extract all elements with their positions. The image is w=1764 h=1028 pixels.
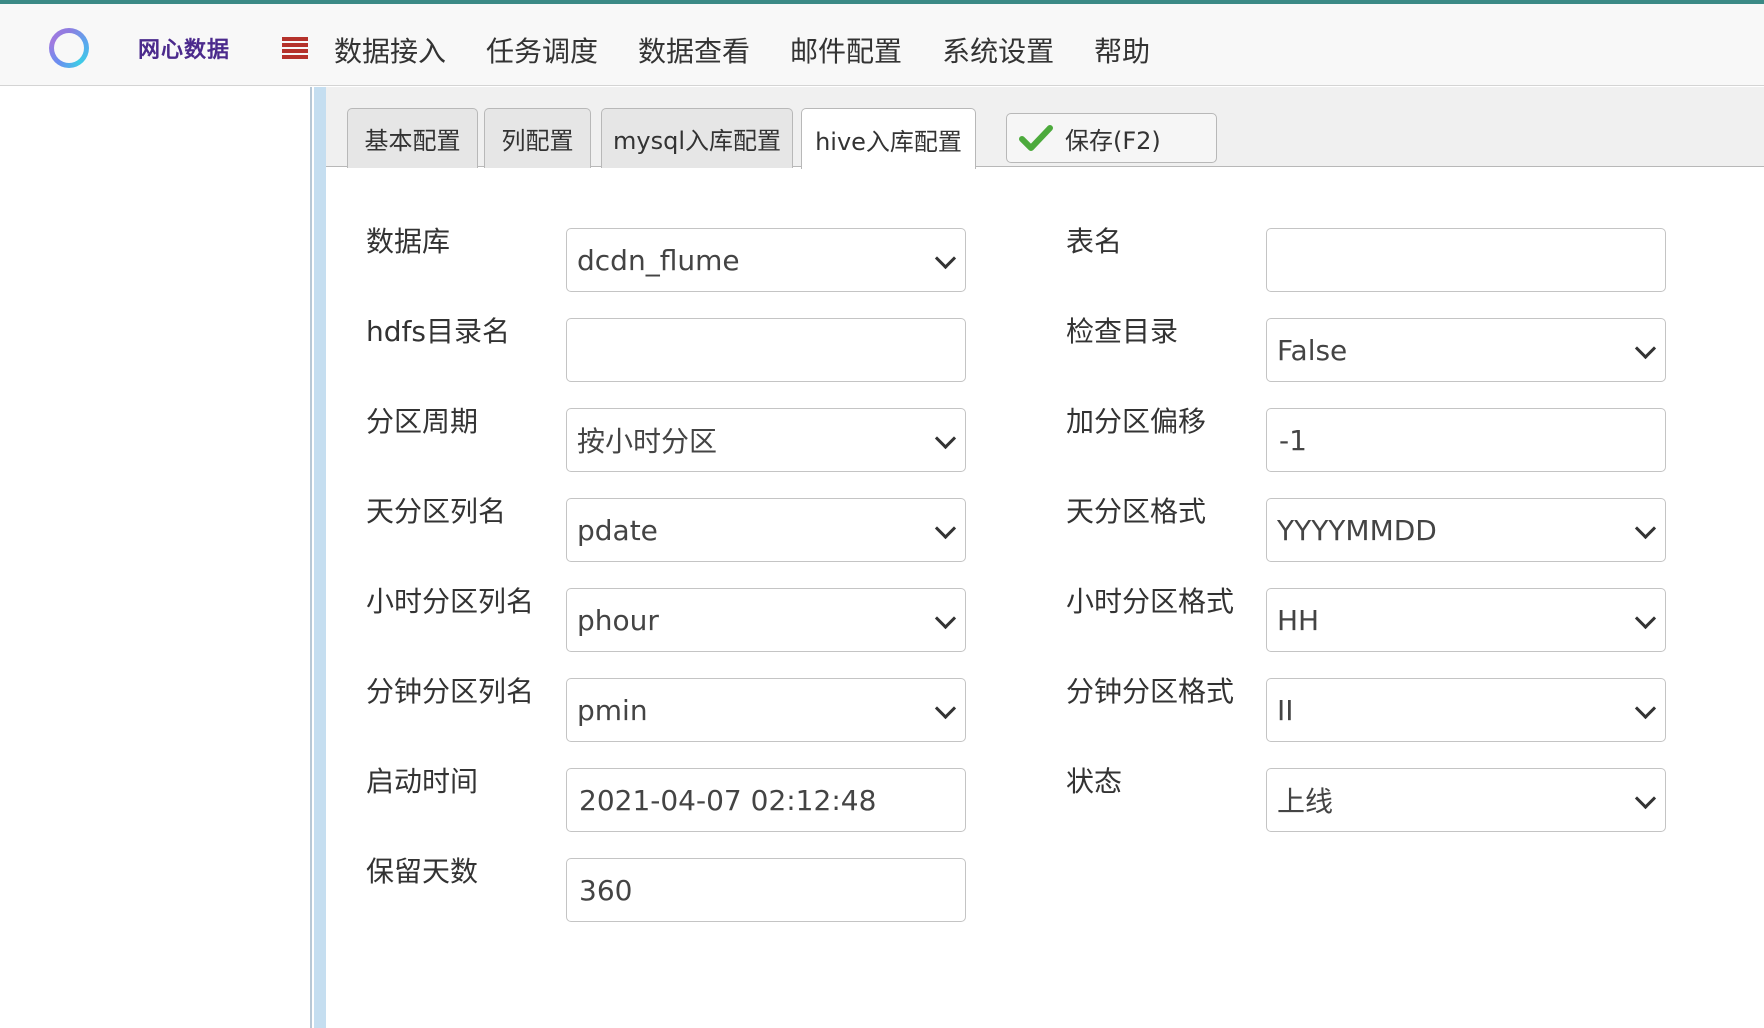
save-button-label: 保存(F2) [1065,126,1161,155]
partition-period-label: 分区周期 [366,405,479,438]
start-time-label: 启动时间 [366,765,479,798]
nav-item-task-schedule[interactable]: 任务调度 [486,30,598,70]
hour-partition-fmt-select[interactable]: HH [1266,588,1666,652]
minute-partition-fmt-select[interactable]: II [1266,678,1666,742]
status-label: 状态 [1066,765,1123,798]
nav-item-mail-config[interactable]: 邮件配置 [790,30,902,70]
day-partition-col-select[interactable]: pdate [566,498,966,562]
hour-partition-col-select[interactable]: phour [566,588,966,652]
retention-days-label: 保留天数 [366,855,479,888]
check-dir-select[interactable]: False [1266,318,1666,382]
partition-offset-label: 加分区偏移 [1066,405,1207,438]
tab-hive-config[interactable]: hive入库配置 [801,108,976,169]
nav-item-data-view[interactable]: 数据查看 [638,30,750,70]
day-partition-col-label: 天分区列名 [366,495,507,528]
minute-partition-col-select[interactable]: pmin [566,678,966,742]
checkmark-icon [1019,125,1053,151]
tab-basic-config[interactable]: 基本配置 [347,108,478,168]
minute-partition-fmt-label: 分钟分区格式 [1066,675,1235,708]
sidebar [0,87,312,1028]
day-partition-fmt-select[interactable]: YYYYMMDD [1266,498,1666,562]
partition-offset-input[interactable]: -1 [1266,408,1666,472]
hive-config-form: 数据库 dcdn_flume 表名 hdfs目录名 检查目录 False 分区周… [326,167,1764,1028]
retention-days-input[interactable]: 360 [566,858,966,922]
tab-column-config[interactable]: 列配置 [484,108,591,168]
tab-mysql-config[interactable]: mysql入库配置 [601,108,793,168]
sidebar-splitter[interactable] [314,87,326,1028]
start-time-input[interactable]: 2021-04-07 02:12:48 [566,768,966,832]
logo-ring-icon[interactable] [49,28,89,68]
minute-partition-col-label: 分钟分区列名 [366,675,535,708]
partition-period-select[interactable]: 按小时分区 [566,408,966,472]
nav-item-system-settings[interactable]: 系统设置 [942,30,1054,70]
nav-item-data-ingest[interactable]: 数据接入 [334,30,446,70]
brand-name[interactable]: 网心数据 [138,32,230,64]
table-name-label: 表名 [1066,225,1123,258]
day-partition-fmt-label: 天分区格式 [1066,495,1207,528]
table-name-input[interactable] [1266,228,1666,292]
main-nav: 数据接入 任务调度 数据查看 邮件配置 系统设置 帮助 [334,30,1190,70]
nav-item-help[interactable]: 帮助 [1094,30,1150,70]
tab-strip: 基本配置 列配置 mysql入库配置 hive入库配置 保存(F2) [326,87,1764,169]
top-navbar: 网心数据 数据接入 任务调度 数据查看 邮件配置 系统设置 帮助 [0,4,1764,86]
check-dir-label: 检查目录 [1066,315,1179,348]
main-panel: 基本配置 列配置 mysql入库配置 hive入库配置 保存(F2) 数据库 d… [326,87,1764,1028]
hdfs-dir-label: hdfs目录名 [366,315,510,348]
hdfs-dir-input[interactable] [566,318,966,382]
hamburger-menu-icon[interactable] [282,37,308,59]
database-label: 数据库 [366,225,451,258]
hour-partition-fmt-label: 小时分区格式 [1066,585,1235,618]
status-select[interactable]: 上线 [1266,768,1666,832]
hour-partition-col-label: 小时分区列名 [366,585,535,618]
save-button[interactable]: 保存(F2) [1006,113,1217,163]
database-select[interactable]: dcdn_flume [566,228,966,292]
